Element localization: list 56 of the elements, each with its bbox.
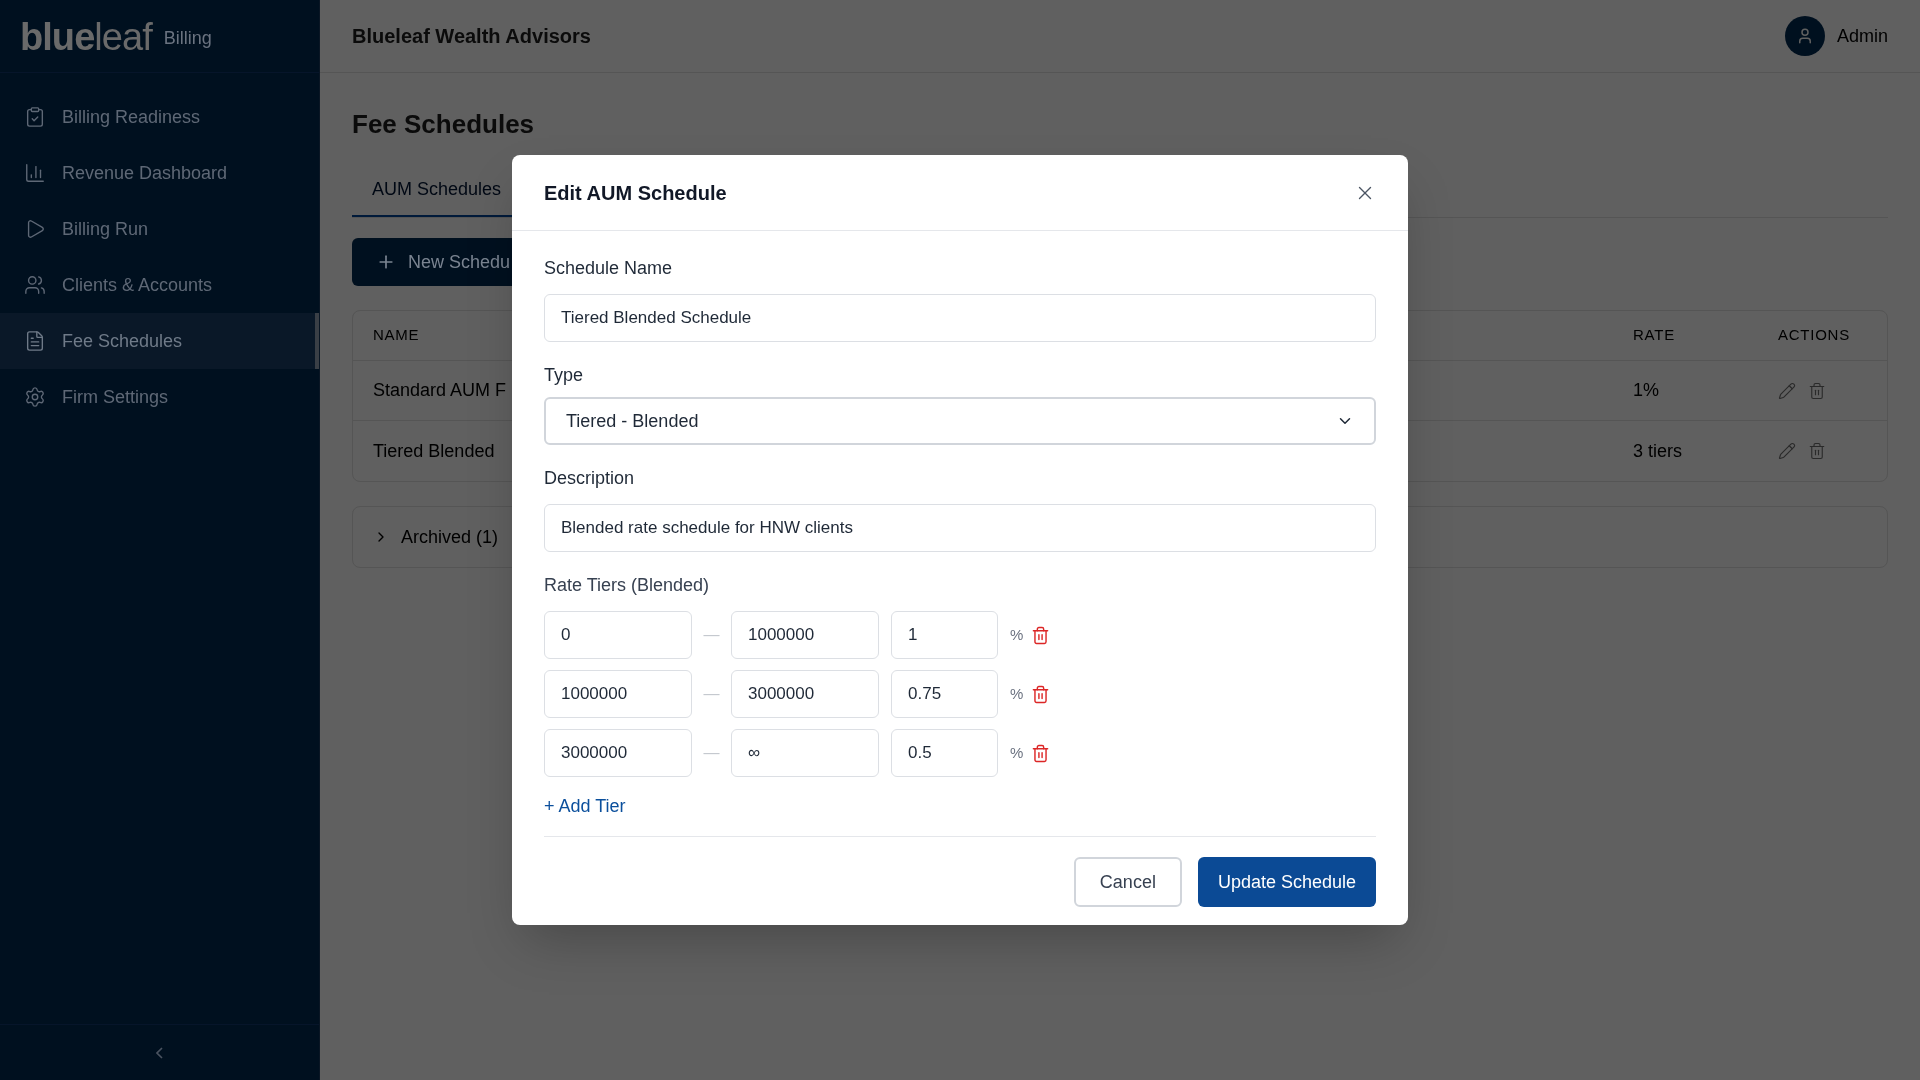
add-tier-link[interactable]: + Add Tier bbox=[544, 793, 626, 820]
trash-icon[interactable] bbox=[1808, 381, 1826, 400]
type-select[interactable]: Tiered - Blended bbox=[544, 397, 1376, 445]
tier-rate-field[interactable]: 1 bbox=[891, 611, 998, 659]
cancel-button[interactable]: Cancel bbox=[1073, 857, 1182, 907]
tier-to-field[interactable]: 1000000 bbox=[731, 611, 879, 659]
tier-to-field[interactable]: ∞ bbox=[731, 729, 879, 777]
trash-icon bbox=[1031, 743, 1051, 763]
edit-icon[interactable] bbox=[1778, 442, 1796, 460]
column-header: RATE bbox=[1633, 325, 1676, 346]
user-name: Admin bbox=[1836, 24, 1888, 48]
tier-rate-field[interactable]: 0.5 bbox=[891, 729, 998, 777]
trash-icon bbox=[1031, 684, 1051, 704]
range-dash: — bbox=[702, 625, 721, 645]
description-field[interactable]: Blended rate schedule for HNW clients bbox=[544, 504, 1376, 552]
table-cell-text: 1% bbox=[1633, 379, 1660, 402]
tier-from-field[interactable]: 0 bbox=[544, 611, 692, 659]
avatar[interactable] bbox=[1784, 16, 1825, 56]
update-schedule-button[interactable]: Update Schedule bbox=[1197, 857, 1376, 907]
percent-sign: % bbox=[1010, 683, 1024, 704]
users-icon bbox=[24, 274, 46, 296]
settings-icon bbox=[24, 386, 46, 408]
delete-tier-button[interactable] bbox=[1031, 684, 1051, 704]
section-label: Rate Tiers (Blended) bbox=[544, 574, 711, 597]
delete-tier-button[interactable] bbox=[1031, 743, 1051, 763]
logo: blueleaf bbox=[20, 18, 152, 56]
percent-sign: % bbox=[1010, 624, 1024, 645]
edit-icon[interactable] bbox=[1778, 381, 1796, 400]
trash-icon[interactable] bbox=[1808, 442, 1826, 460]
delete-tier-button[interactable] bbox=[1031, 625, 1051, 645]
tier-to-field[interactable]: 3000000 bbox=[731, 670, 879, 718]
tier-rate-field[interactable]: 0.75 bbox=[891, 670, 998, 718]
table-cell-text: Standard AUM F bbox=[373, 379, 508, 402]
table-cell-text: 3 tiers bbox=[1633, 439, 1684, 463]
field-label: Description bbox=[544, 467, 636, 490]
product-label: Billing bbox=[163, 27, 212, 50]
column-header: NAME bbox=[373, 325, 421, 346]
percent-sign: % bbox=[1010, 742, 1024, 763]
clipboard-icon bbox=[24, 106, 46, 128]
organization-name: Blueleaf Wealth Advisors bbox=[352, 24, 591, 49]
field-label: Type bbox=[544, 364, 585, 387]
schedule-name-field[interactable]: Tiered Blended Schedule bbox=[544, 294, 1376, 342]
tier-from-field[interactable]: 1000000 bbox=[544, 670, 692, 718]
column-header: ACTIONS bbox=[1778, 325, 1850, 346]
page-title: Fee Schedules bbox=[352, 108, 536, 141]
archived-label: Archived (1) bbox=[401, 525, 499, 549]
document-icon bbox=[24, 330, 46, 352]
nav-item[interactable]: Fee Schedules bbox=[0, 313, 319, 369]
trash-icon bbox=[1031, 625, 1051, 645]
dialog-title: Edit AUM Schedule bbox=[544, 180, 727, 206]
chevron-left-icon bbox=[156, 1046, 163, 1059]
range-dash: — bbox=[702, 743, 721, 763]
range-dash: — bbox=[702, 684, 721, 704]
tier-from-field[interactable]: 3000000 bbox=[544, 729, 692, 777]
table-cell-text: Tiered Blended bbox=[373, 439, 496, 463]
bar-chart-icon bbox=[24, 162, 46, 184]
